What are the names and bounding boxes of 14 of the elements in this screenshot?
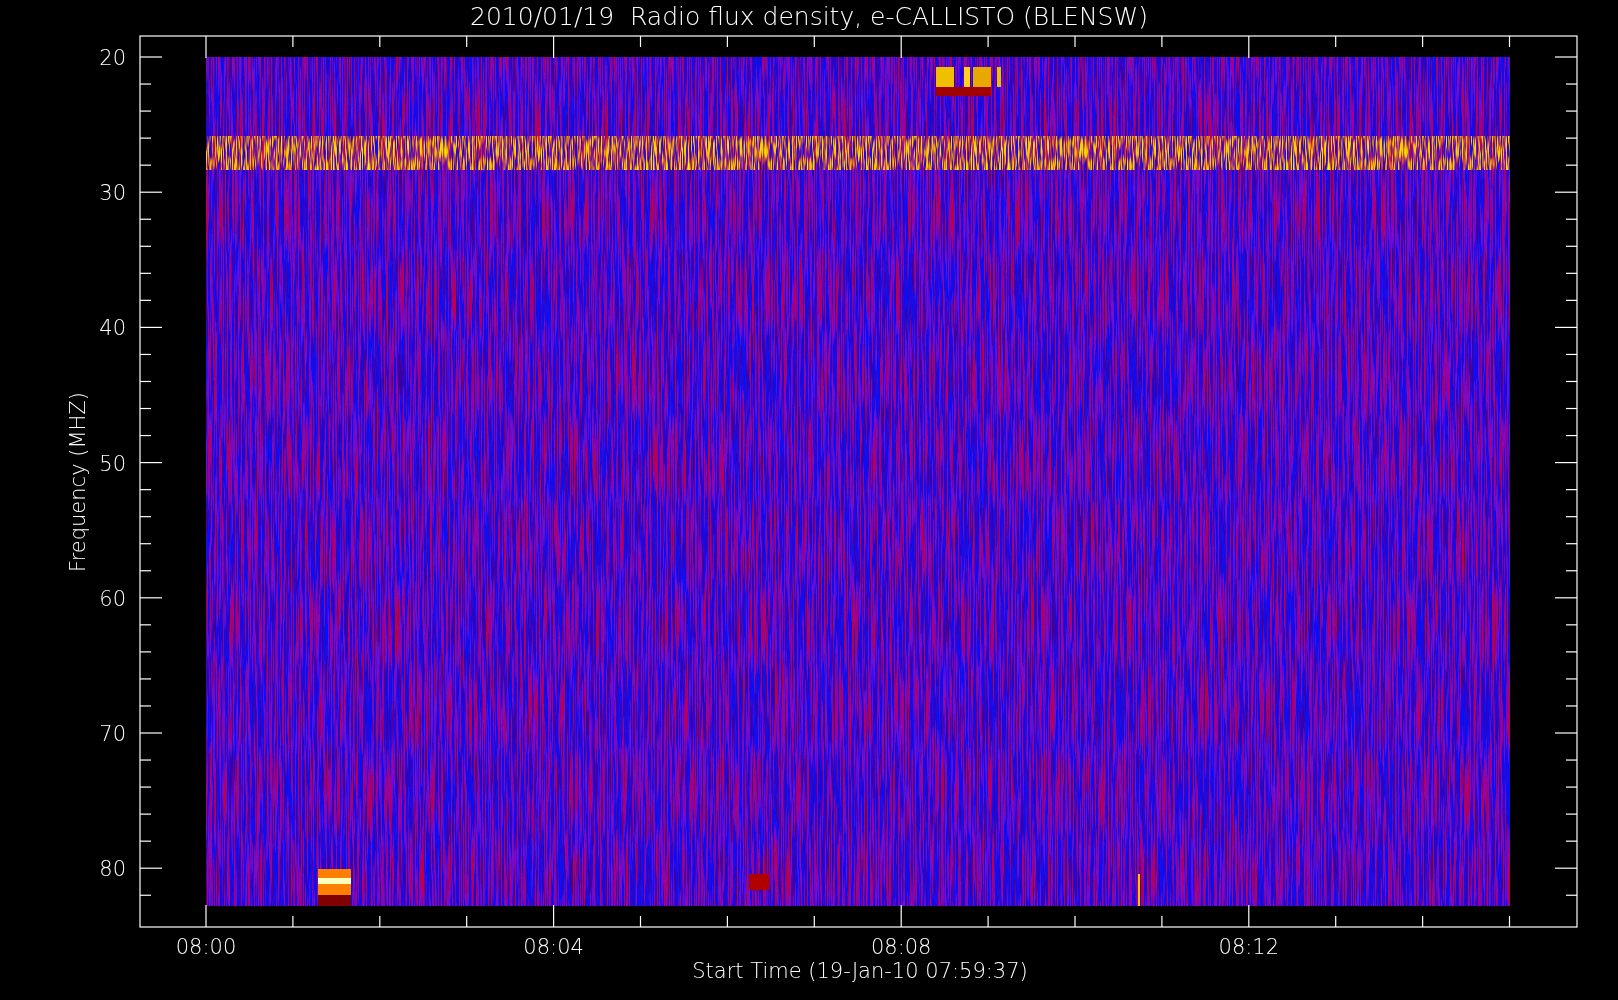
y-tick-label: 50 bbox=[99, 451, 126, 476]
y-tick-label: 60 bbox=[99, 586, 126, 611]
y-tick-label: 30 bbox=[99, 181, 126, 206]
x-tick-label: 08:12 bbox=[1218, 935, 1280, 959]
x-tick-label: 08:04 bbox=[523, 935, 584, 959]
y-tick-label: 70 bbox=[99, 722, 126, 746]
chart-title: 2010/01/19 Radio flux density, e-CALLISTO (BLENSW) bbox=[470, 2, 1148, 31]
y-tick-label: 40 bbox=[99, 316, 126, 341]
x-tick-label: 08:00 bbox=[175, 935, 237, 959]
y-axis-label: Frequency (MHZ) bbox=[66, 392, 90, 572]
y-tick-label: 80 bbox=[99, 857, 126, 882]
x-tick-label: 08:08 bbox=[870, 935, 932, 959]
x-axis-label: Start Time (19-Jan-10 07:59:37) bbox=[692, 959, 1028, 983]
y-tick-label: 20 bbox=[99, 46, 126, 70]
